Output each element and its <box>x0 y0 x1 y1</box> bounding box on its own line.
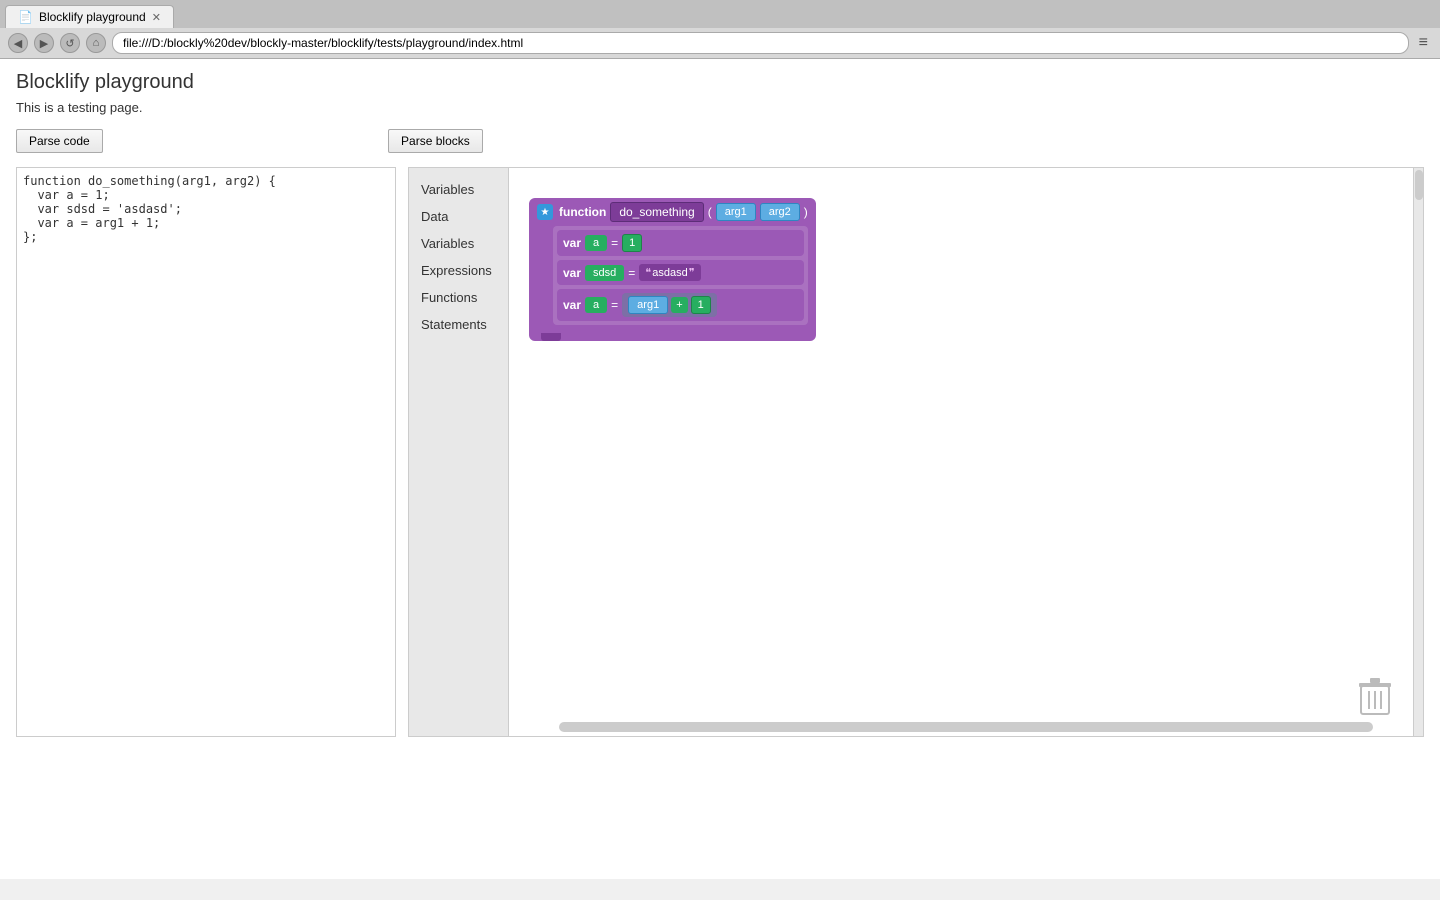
nav-reload-button[interactable]: ↺ <box>60 33 80 53</box>
tab-favicon: 📄 <box>18 10 33 24</box>
equals-2: = <box>628 266 635 280</box>
browser-menu-button[interactable]: ≡ <box>1415 34 1432 52</box>
canvas-vscroll[interactable] <box>1413 168 1423 736</box>
block-canvas[interactable]: ★ function do_something ( arg1 arg2 ) <box>509 168 1423 736</box>
blocks-container: ★ function do_something ( arg1 arg2 ) <box>529 198 816 341</box>
var-name-3[interactable]: a <box>585 297 607 313</box>
address-bar: ◀ ▶ ↺ ⌂ file:///D:/blockly%20dev/blockly… <box>0 28 1440 58</box>
browser-chrome: 📄 Blocklify playground ✕ ◀ ▶ ↺ ⌂ file://… <box>0 0 1440 59</box>
equals-1: = <box>611 236 618 250</box>
var-keyword-1: var <box>563 236 581 250</box>
plus-operator: + <box>671 297 687 313</box>
arg1-ref[interactable]: arg1 <box>628 296 668 314</box>
tab-close-button[interactable]: ✕ <box>152 11 161 24</box>
equals-3: = <box>611 298 618 312</box>
var-block-1[interactable]: var a = 1 <box>557 230 804 256</box>
arg2-block[interactable]: arg2 <box>760 203 800 221</box>
function-name-input[interactable]: do_something <box>610 202 703 222</box>
num-value-1[interactable]: 1 <box>622 234 642 252</box>
close-quote: ❞ <box>689 266 695 279</box>
expr-block[interactable]: arg1 + 1 <box>622 293 717 317</box>
url-bar[interactable]: file:///D:/blockly%20dev/blockly-master/… <box>112 32 1409 54</box>
var-block-2[interactable]: var sdsd = ❝ asdasd ❞ <box>557 260 804 285</box>
trash-icon[interactable] <box>1357 676 1393 716</box>
parse-blocks-button[interactable]: Parse blocks <box>388 129 483 153</box>
function-block-header: ★ function do_something ( arg1 arg2 ) <box>529 198 816 226</box>
toolbox-item-functions[interactable]: Functions <box>409 284 508 311</box>
toolbox-item-expressions[interactable]: Expressions <box>409 257 508 284</box>
inner-blocks: var a = 1 var sdsd = ❝ <box>553 226 808 325</box>
toolbox: Variables Data Variables Expressions Fun… <box>409 168 509 736</box>
nav-back-button[interactable]: ◀ <box>8 33 28 53</box>
var-name-2[interactable]: sdsd <box>585 265 624 281</box>
page-title: Blocklify playground <box>16 71 1424 94</box>
tab-bar: 📄 Blocklify playground ✕ <box>0 0 1440 28</box>
open-quote: ❝ <box>645 266 651 279</box>
function-keyword: function <box>559 205 606 219</box>
blockly-area: Variables Data Variables Expressions Fun… <box>408 167 1424 737</box>
canvas-vscroll-thumb[interactable] <box>1415 170 1423 200</box>
code-editor[interactable]: function do_something(arg1, arg2) { var … <box>16 167 396 737</box>
arg1-block[interactable]: arg1 <box>716 203 756 221</box>
tab-title: Blocklify playground <box>39 10 146 24</box>
open-paren: ( <box>708 205 712 219</box>
var-keyword-3: var <box>563 298 581 312</box>
star-connector: ★ <box>537 204 553 220</box>
toolbox-item-variables[interactable]: Variables <box>409 230 508 257</box>
page-content: Blocklify playground This is a testing p… <box>0 59 1440 879</box>
canvas-hscroll[interactable] <box>559 722 1373 732</box>
toolbox-item-statements[interactable]: Statements <box>409 311 508 338</box>
toolbox-item-data[interactable]: Data <box>409 203 508 230</box>
toolbox-item-variables-header[interactable]: Variables <box>409 176 508 203</box>
browser-tab[interactable]: 📄 Blocklify playground ✕ <box>5 5 174 28</box>
nav-forward-button[interactable]: ▶ <box>34 33 54 53</box>
close-paren: ) <box>804 205 808 219</box>
main-layout: function do_something(arg1, arg2) { var … <box>16 167 1424 737</box>
var-keyword-2: var <box>563 266 581 280</box>
var-name-1[interactable]: a <box>585 235 607 251</box>
string-value-block[interactable]: ❝ asdasd ❞ <box>639 264 700 281</box>
nav-home-button[interactable]: ⌂ <box>86 33 106 53</box>
parse-code-button[interactable]: Parse code <box>16 129 103 153</box>
num-value-2[interactable]: 1 <box>691 296 711 314</box>
string-content: asdasd <box>652 267 687 279</box>
var-block-3[interactable]: var a = arg1 + 1 <box>557 289 804 321</box>
function-block[interactable]: ★ function do_something ( arg1 arg2 ) <box>529 198 816 341</box>
block-bottom-notch <box>541 333 561 341</box>
buttons-row: Parse code Parse blocks <box>16 129 1424 153</box>
page-subtitle: This is a testing page. <box>16 100 1424 115</box>
